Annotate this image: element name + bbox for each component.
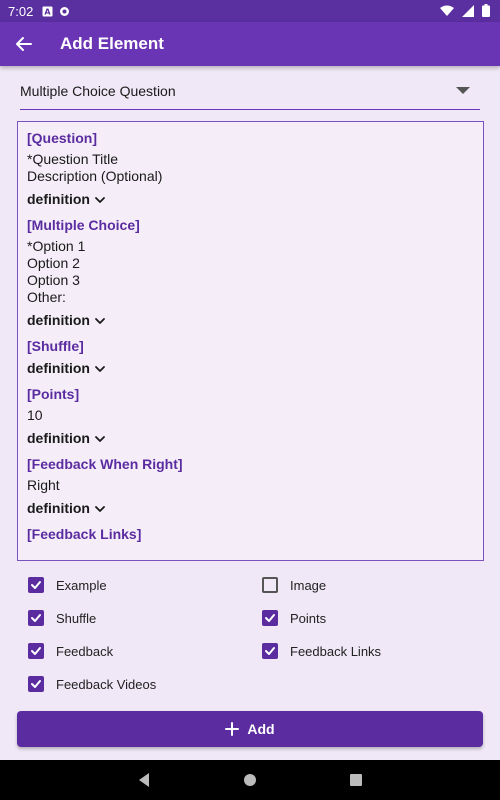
- option-checkbox[interactable]: Feedback Links: [262, 643, 381, 659]
- section-header: [Multiple Choice]: [27, 217, 140, 233]
- editor-section: [Question] *Question Title Description (Op…: [27, 130, 474, 207]
- editor-section: [Feedback When Right] Right definition: [27, 456, 474, 516]
- option-label: Points: [290, 610, 327, 626]
- definition-label: definition: [27, 500, 90, 516]
- page-title: Add Element: [60, 34, 164, 53]
- back-button[interactable]: [10, 30, 38, 58]
- option-label: Image: [290, 577, 327, 593]
- definition-label: definition: [27, 312, 90, 328]
- section-line: Option 2: [27, 255, 80, 271]
- chevron-down-icon: [94, 193, 106, 205]
- wifi-icon: [440, 5, 454, 20]
- section-line: *Option 1: [27, 238, 86, 254]
- element-type-dropdown[interactable]: Multiple Choice Question: [20, 72, 480, 110]
- definition-toggle[interactable]: definition: [27, 500, 474, 516]
- system-nav-bar: [0, 760, 500, 800]
- signal-icon: [462, 4, 474, 20]
- definition-toggle[interactable]: definition: [27, 191, 474, 207]
- nav-home-button[interactable]: [243, 772, 257, 793]
- chevron-down-icon: [94, 432, 106, 444]
- section-line: *Question Title: [27, 151, 119, 167]
- chevron-down-icon: [94, 502, 106, 514]
- option-label: Example: [56, 577, 107, 593]
- section-line: 10: [27, 407, 43, 423]
- element-type-value: Multiple Choice Question: [20, 83, 176, 99]
- option-label: Shuffle: [56, 610, 97, 626]
- sync-icon: [59, 5, 70, 16]
- definition-label: definition: [27, 430, 90, 446]
- definition-toggle[interactable]: definition: [27, 360, 474, 376]
- plus-icon: [225, 722, 240, 736]
- add-button-label: Add: [247, 721, 275, 737]
- status-bar: 7:02 A: [0, 0, 500, 22]
- app-bar: Add Element: [0, 22, 500, 66]
- option-label: Feedback: [56, 643, 114, 659]
- section-header: [Feedback When Right]: [27, 456, 183, 472]
- circle-home-icon: [244, 774, 256, 786]
- option-checkbox[interactable]: Feedback: [28, 643, 113, 659]
- checkbox-checked-icon: [28, 643, 44, 659]
- section-header: [Shuffle]: [27, 338, 84, 354]
- section-line: Option 3: [27, 272, 80, 288]
- editor-section: [Shuffle] definition: [27, 338, 474, 376]
- triangle-back-icon: [139, 773, 149, 787]
- option-checkbox[interactable]: Points: [262, 610, 326, 626]
- editor-content: [Question] *Question Title Description (Op…: [18, 122, 483, 560]
- nav-back-button[interactable]: [137, 772, 151, 793]
- chevron-down-icon: [94, 314, 106, 326]
- dropdown-arrow-icon: [456, 87, 470, 94]
- status-time: 7:02: [8, 4, 34, 19]
- options-checkbox-grid: Example Image Shuffle Points Feedback Feedbac…: [28, 570, 480, 700]
- arrow-left-icon: [16, 37, 32, 51]
- checkbox-unchecked-icon: [262, 577, 278, 593]
- checkbox-checked-icon: [28, 610, 44, 626]
- option-checkbox[interactable]: Shuffle: [28, 610, 96, 626]
- element-text-editor[interactable]: [Question] *Question Title Description (Op…: [17, 121, 484, 561]
- section-header: [Question]: [27, 130, 97, 146]
- definition-label: definition: [27, 360, 90, 376]
- section-header: [Feedback Links]: [27, 526, 142, 542]
- definition-toggle[interactable]: definition: [27, 430, 474, 446]
- section-line: Description (Optional): [27, 168, 163, 184]
- option-label: Feedback Links: [290, 643, 382, 659]
- battery-icon: [482, 4, 490, 20]
- checkbox-checked-icon: [28, 577, 44, 593]
- section-line: Right: [27, 477, 60, 493]
- checkbox-checked-icon: [262, 610, 278, 626]
- option-checkbox[interactable]: Feedback Videos: [28, 676, 156, 692]
- editor-section: [Multiple Choice] *Option 1 Option 2 Option…: [27, 217, 474, 328]
- definition-toggle[interactable]: definition: [27, 312, 474, 328]
- section-header: [Points]: [27, 386, 80, 402]
- section-line: Other:: [27, 289, 66, 305]
- nav-recents-button[interactable]: [349, 772, 363, 793]
- checkbox-checked-icon: [262, 643, 278, 659]
- option-checkbox[interactable]: Example: [28, 577, 107, 593]
- editor-section: [Feedback Links]: [27, 526, 474, 542]
- add-button[interactable]: Add: [17, 711, 483, 747]
- square-recents-icon: [350, 774, 362, 786]
- text-a-icon: A: [42, 5, 53, 17]
- checkbox-checked-icon: [28, 676, 44, 692]
- svg-text:A: A: [44, 8, 51, 17]
- chevron-down-icon: [94, 362, 106, 374]
- option-checkbox[interactable]: Image: [262, 577, 326, 593]
- definition-label: definition: [27, 191, 90, 207]
- option-label: Feedback Videos: [56, 676, 157, 692]
- editor-section: [Points] 10 definition: [27, 386, 474, 446]
